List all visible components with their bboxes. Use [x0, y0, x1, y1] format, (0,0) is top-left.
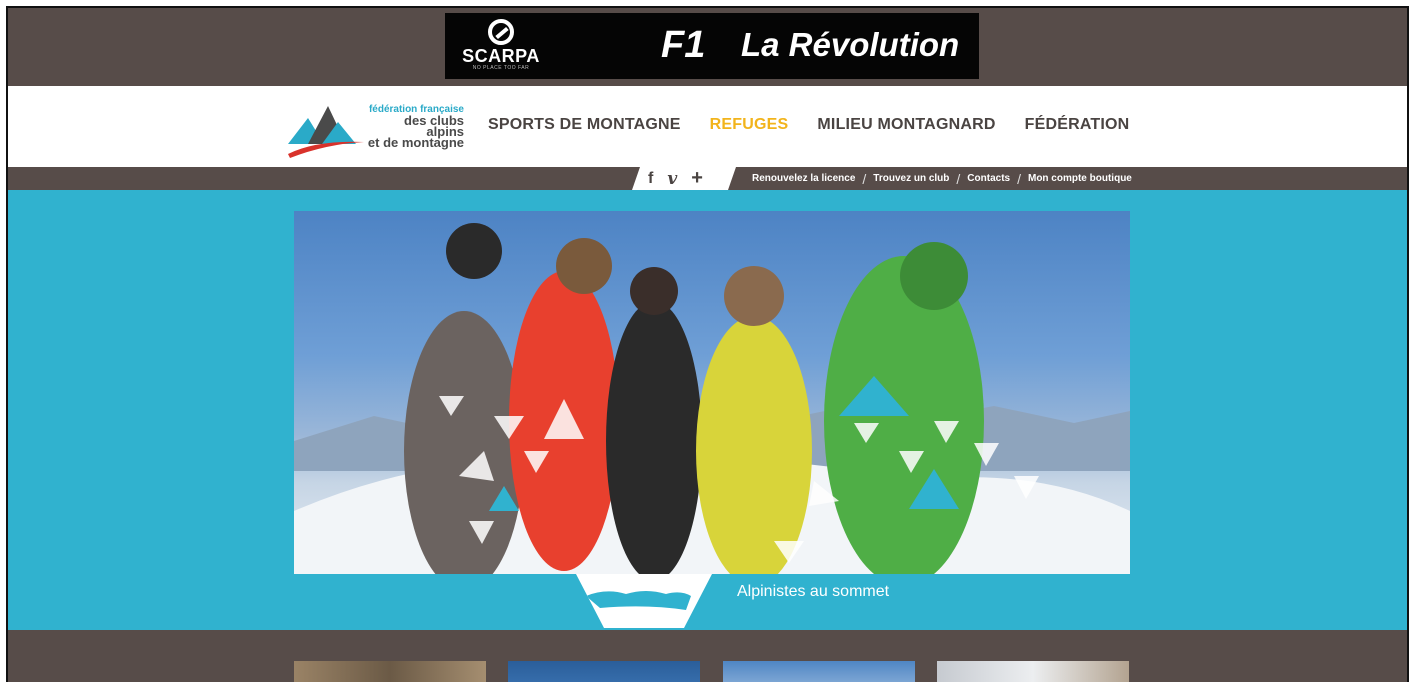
logo-line-2: des clubs alpins — [404, 113, 464, 139]
link-shop-account[interactable]: Mon compte boutique — [1028, 173, 1132, 184]
social-links: f v + — [648, 167, 703, 190]
main-nav: SPORTS DE MONTAGNE REFUGES MILIEU MONTAG… — [488, 116, 1158, 134]
nav-item-refuges[interactable]: REFUGES — [710, 116, 789, 134]
ad-headline: La Révolution — [741, 26, 960, 63]
hero-caption: Alpinistes au sommet — [737, 583, 890, 600]
hero-section: Alpinistes au sommet — [8, 190, 1407, 630]
scarpa-logo: SCARPA NO PLACE TOO FAR — [455, 19, 547, 73]
site-header: fédération française des clubs alpins et… — [8, 86, 1407, 167]
utility-links: Renouvelez la licence / Trouvez un club … — [752, 167, 1132, 190]
link-contacts[interactable]: Contacts — [967, 173, 1010, 184]
mountain-logo-icon — [288, 106, 364, 158]
caption-tab — [576, 574, 712, 628]
link-find-club[interactable]: Trouvez un club — [873, 173, 949, 184]
separator: / — [956, 170, 961, 187]
nav-item-milieu[interactable]: MILIEU MONTAGNARD — [817, 116, 995, 134]
ad-band: SCARPA NO PLACE TOO FAR F1 La Révolution — [8, 8, 1407, 86]
ffcam-logo[interactable]: fédération française des clubs alpins et… — [286, 96, 476, 158]
thumbnails-strip — [8, 630, 1407, 682]
thumbnail-2[interactable] — [508, 661, 700, 682]
thumbnail-1[interactable] — [294, 661, 486, 682]
crowd-silhouette-icon — [586, 591, 691, 610]
plus-icon[interactable]: + — [691, 167, 703, 190]
vimeo-icon[interactable]: v — [667, 169, 677, 189]
hero-photo[interactable] — [294, 211, 1130, 574]
ad-product: F1 — [661, 24, 706, 66]
climbers-illustration — [294, 223, 1130, 574]
page-frame: SCARPA NO PLACE TOO FAR F1 La Révolution… — [6, 6, 1409, 682]
separator: / — [1017, 170, 1021, 187]
scarpa-emblem-icon — [488, 19, 514, 45]
nav-item-sports[interactable]: SPORTS DE MONTAGNE — [488, 116, 681, 134]
ad-banner[interactable]: SCARPA NO PLACE TOO FAR F1 La Révolution — [445, 13, 979, 79]
separator: / — [862, 170, 867, 187]
thumbnail-4[interactable] — [937, 661, 1129, 682]
thumbnail-3[interactable] — [723, 661, 915, 682]
facebook-icon[interactable]: f — [648, 170, 653, 188]
ad-brand: SCARPA — [462, 46, 540, 66]
logo-text: fédération française des clubs alpins et… — [364, 104, 464, 150]
nav-item-federation[interactable]: FÉDÉRATION — [1025, 116, 1130, 134]
logo-line-3: et de montagne — [367, 135, 464, 150]
link-renew-licence[interactable]: Renouvelez la licence — [752, 173, 855, 184]
utility-bar: f v + Renouvelez la licence / Trouvez un… — [8, 167, 1407, 190]
